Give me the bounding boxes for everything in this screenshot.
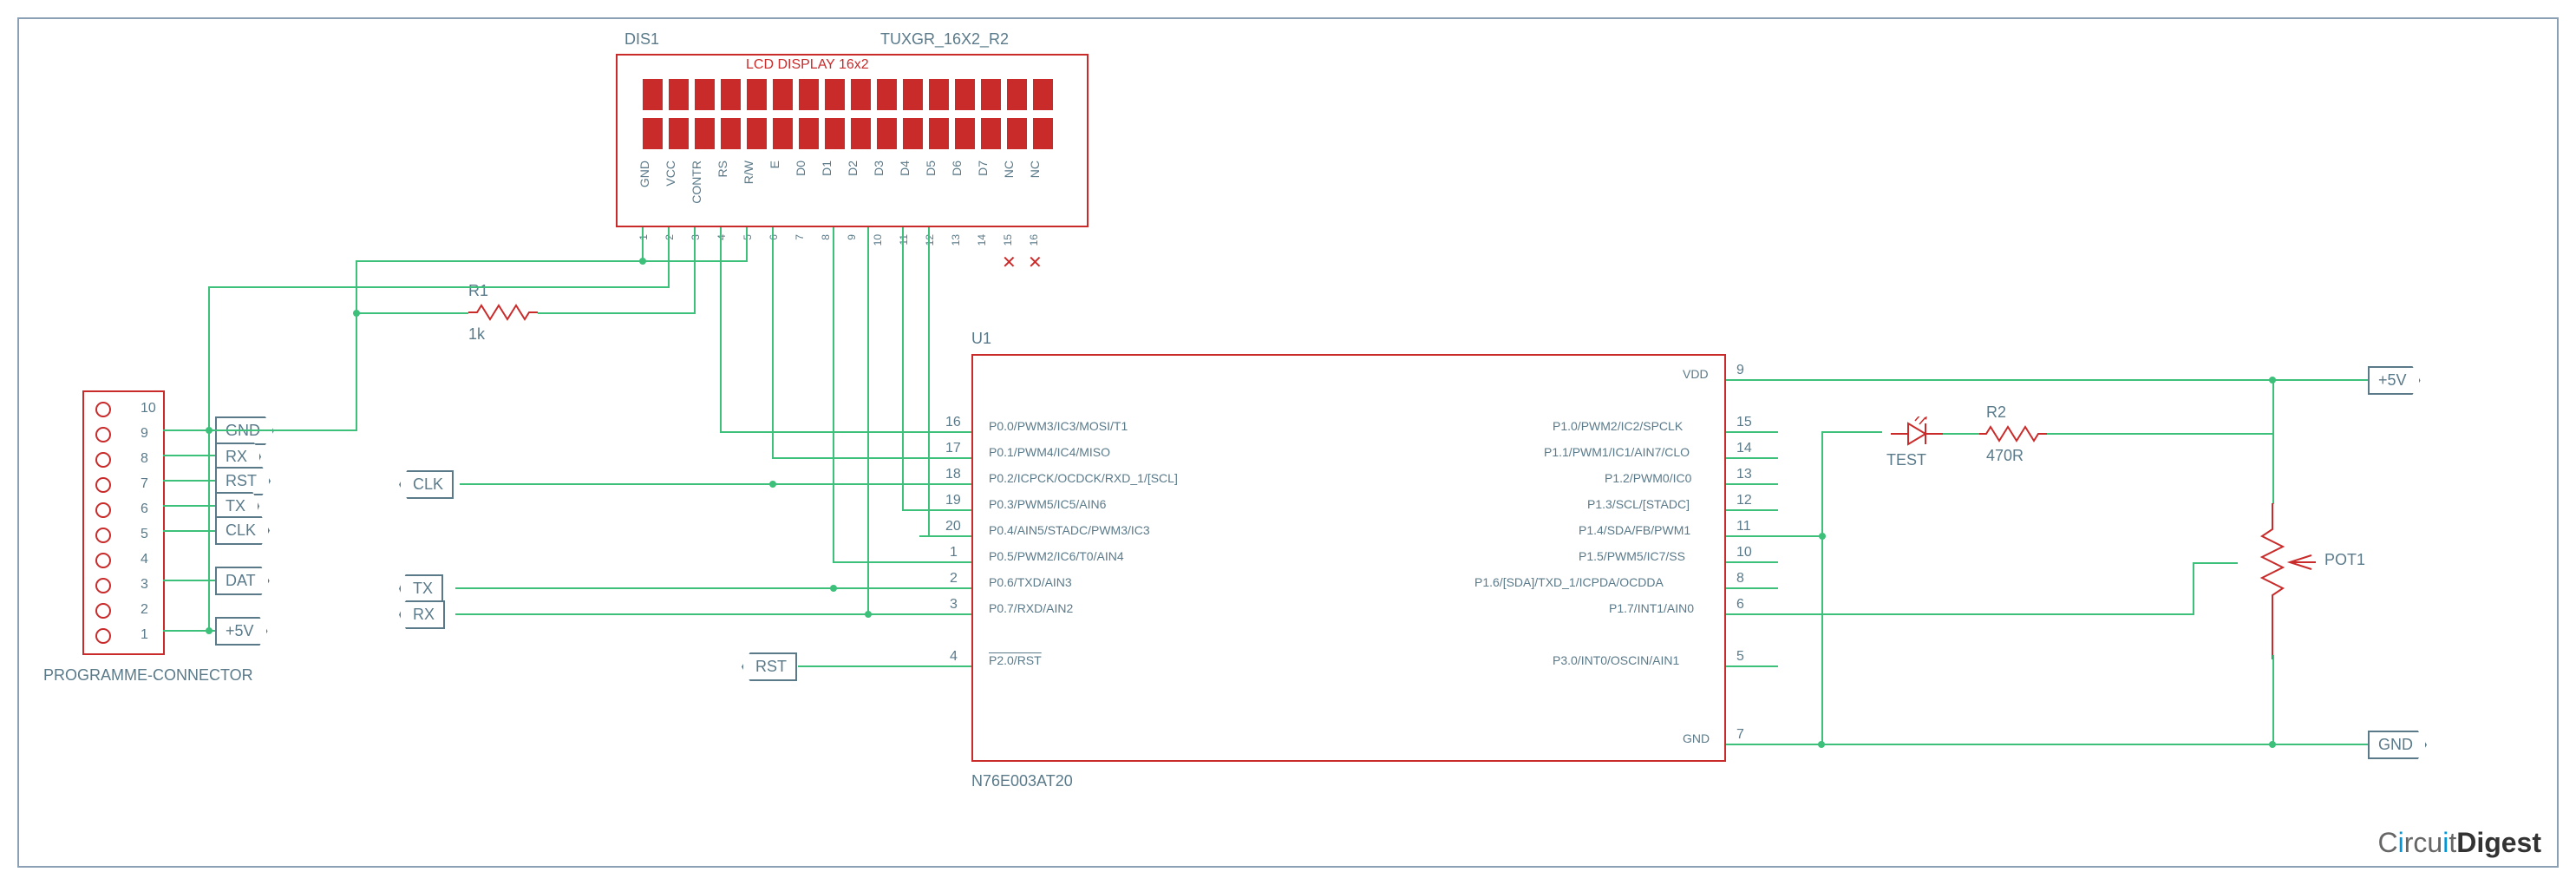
net-5v-1: +5V <box>215 617 268 646</box>
connector-ref: PROGRAMME-CONNECTOR <box>43 666 253 685</box>
resistor-r2 <box>1978 425 2047 442</box>
ic-ref: U1 <box>971 330 991 348</box>
lcd-part: TUXGR_16X2_R2 <box>880 30 1009 49</box>
lcd-ref: DIS1 <box>624 30 659 49</box>
net-rst-2: RST <box>742 652 797 681</box>
r2-val: 470R <box>1986 447 2024 465</box>
pot1 <box>2238 503 2324 664</box>
net-dat-1: DAT <box>215 567 270 595</box>
pot-ref: POT1 <box>2324 551 2365 569</box>
led-test <box>1882 416 1943 456</box>
connector-outline <box>82 390 165 655</box>
nc-x-2: ✕ <box>1028 252 1043 273</box>
nc-x-1: ✕ <box>1002 252 1017 273</box>
net-5v-2: +5V <box>2368 366 2421 395</box>
r2-ref: R2 <box>1986 403 2006 422</box>
resistor-r1 <box>468 304 538 321</box>
ic-part: N76E003AT20 <box>971 772 1073 790</box>
net-clk-2: CLK <box>399 470 454 499</box>
logo: CircuitDigest <box>2378 827 2541 859</box>
net-rst-1: RST <box>215 467 271 495</box>
net-rx-2: RX <box>399 600 445 629</box>
led-ref: TEST <box>1886 451 1926 469</box>
net-gnd-2: GND <box>2368 731 2427 759</box>
net-tx-2: TX <box>399 574 443 603</box>
r1-val: 1k <box>468 325 485 344</box>
lcd-title: LCD DISPLAY 16x2 <box>746 57 869 73</box>
r1-ref: R1 <box>468 282 488 300</box>
net-clk-1: CLK <box>215 516 270 545</box>
